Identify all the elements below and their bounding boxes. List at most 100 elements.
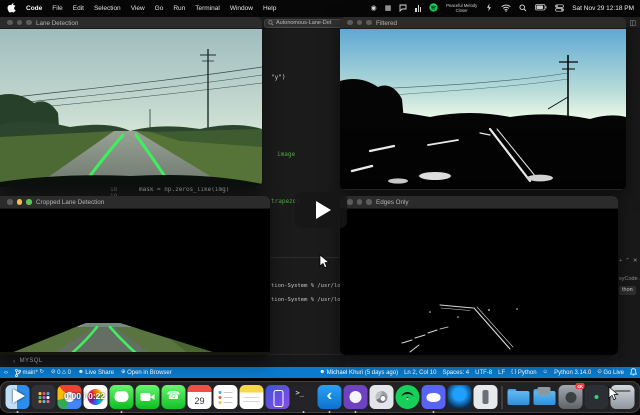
minimize-button[interactable]	[16, 199, 22, 205]
terminal-tab-easycode[interactable]: syCode ...	[619, 276, 640, 282]
zoom-button[interactable]	[26, 19, 32, 26]
eol-item[interactable]: LF	[498, 370, 505, 376]
dock-github-desktop-icon[interactable]	[343, 385, 368, 409]
zoom-button[interactable]	[26, 199, 32, 205]
live-share-item[interactable]: ☻ Live Share	[78, 369, 114, 375]
problems-item[interactable]: ⊘ 0 △ 0	[50, 368, 71, 376]
bell-icon[interactable]	[629, 367, 638, 378]
error-count: 0	[57, 369, 61, 376]
menu-go[interactable]: Go	[155, 5, 164, 12]
dock-calendar-icon[interactable]: 29	[187, 385, 212, 409]
minimize-button[interactable]	[16, 19, 22, 26]
encoding-item[interactable]: UTF-8	[475, 370, 492, 376]
filtered-title-bar[interactable]: Filtered	[340, 17, 626, 29]
dock-facetime-icon[interactable]	[135, 385, 160, 409]
window-lane-detection[interactable]: Lane Detection	[0, 17, 262, 187]
player-play-button[interactable]	[13, 389, 25, 403]
indentation-item[interactable]: Spaces: 4	[442, 370, 469, 376]
menu-selection[interactable]: Selection	[94, 5, 121, 12]
dock-phone-icon[interactable]	[161, 385, 186, 409]
equalizer-icon[interactable]	[415, 5, 422, 12]
dock-launchpad-icon[interactable]	[31, 385, 56, 409]
git-branch-item[interactable]: main* ↻	[15, 368, 44, 377]
open-in-browser-item[interactable]: ⊕ Open in Browser	[121, 369, 172, 375]
menu-run[interactable]: Run	[173, 5, 185, 12]
minimize-button[interactable]	[356, 199, 362, 205]
menu-view[interactable]: View	[131, 5, 145, 12]
desktop: Code File Edit Selection View Go Run Ter…	[0, 0, 640, 415]
window-filtered[interactable]: Filtered	[340, 17, 626, 190]
zoom-button[interactable]	[366, 199, 372, 205]
badge-4k: 4K	[575, 383, 585, 389]
battery-icon[interactable]	[535, 4, 547, 13]
now-playing[interactable]: Peaceful Melody Closer	[446, 3, 477, 14]
menu-clock[interactable]: Sat Nov 29 12:18 PM	[572, 5, 634, 12]
cursor-position-item[interactable]: Ln 2, Col 10	[404, 370, 436, 376]
python-interpreter-item[interactable]: Python 3.14.0	[554, 370, 591, 376]
panel-close-icon[interactable]: ✕	[633, 258, 638, 264]
warning-icon: △	[61, 368, 67, 375]
dock-downloads-folder-icon[interactable]	[507, 385, 531, 409]
vscode-status-bar: ‹› main* ↻ ⊘ 0 △ 0 ☻ Live Share ⊕ Open i…	[0, 367, 640, 378]
spotify-icon[interactable]	[429, 3, 438, 14]
close-button[interactable]	[7, 19, 13, 26]
dock-project-folder-icon[interactable]	[533, 385, 557, 409]
menu-help[interactable]: Help	[263, 5, 276, 12]
menu-edit[interactable]: Edit	[73, 5, 84, 12]
dock-spotify-icon[interactable]	[395, 385, 420, 409]
dock-messages-icon[interactable]	[109, 385, 134, 409]
window-cropped-lane-detection[interactable]: Cropped Lane Detection	[0, 196, 270, 355]
dock-chrome-grey-app-icon[interactable]	[369, 385, 394, 409]
dock-iphone-mirroring-icon[interactable]	[265, 385, 290, 409]
close-button[interactable]	[347, 199, 353, 205]
apple-menu-icon[interactable]	[7, 2, 16, 15]
video-play-overlay[interactable]	[295, 192, 347, 228]
code-fragment-string: "y")	[271, 74, 286, 81]
warning-count: 0	[67, 369, 71, 376]
filtered-video	[340, 29, 626, 189]
feedback-smiley-icon[interactable]: ☺	[543, 369, 549, 376]
dock-terminal-icon[interactable]	[291, 385, 316, 409]
dock-vscode-icon[interactable]	[317, 385, 342, 409]
remote-indicator[interactable]: ‹›	[4, 370, 8, 376]
cropped-video	[0, 209, 270, 355]
dock-reminders-icon[interactable]	[213, 385, 238, 409]
dock-grey-app-icon[interactable]	[473, 385, 498, 409]
error-icon: ⊘	[50, 368, 56, 375]
menu-window[interactable]: Window	[230, 5, 253, 12]
dock-blue-app-icon[interactable]	[447, 385, 472, 409]
dock-4k-video-app-icon[interactable]: 4K	[558, 383, 585, 409]
dock-notes-icon[interactable]	[239, 385, 264, 409]
go-live-item[interactable]: ⊙ Go Live	[597, 369, 624, 375]
panel-maximize-icon[interactable]: ⌃	[625, 258, 630, 264]
close-button[interactable]	[7, 199, 13, 205]
language-mode-item[interactable]: { } Python	[511, 369, 536, 375]
wifi-icon[interactable]	[501, 4, 511, 14]
close-button[interactable]	[347, 19, 353, 26]
dock-discord-icon[interactable]	[421, 385, 446, 409]
edges-title-bar[interactable]: Edges Only	[340, 196, 618, 209]
menu-file[interactable]: File	[52, 5, 62, 12]
lane-detection-title-bar[interactable]: Lane Detection	[0, 17, 262, 29]
battery-charging-icon[interactable]	[485, 3, 493, 14]
menu-app-name[interactable]: Code	[26, 5, 42, 12]
window-edges-only[interactable]: Edges Only	[340, 196, 618, 355]
chat-icon[interactable]	[399, 4, 407, 14]
record-icon[interactable]: ◉	[371, 5, 377, 12]
minimize-button[interactable]	[356, 19, 362, 26]
zoom-button[interactable]	[366, 19, 372, 26]
terminal-tab-python[interactable]: thon	[619, 286, 636, 295]
panel-more-icon[interactable]: +	[619, 258, 622, 264]
player-timestamp: 0:00 / 0:22	[64, 391, 106, 401]
dock-mini-app-icon[interactable]	[584, 385, 609, 409]
edges-video	[340, 209, 618, 355]
menu-terminal[interactable]: Terminal	[195, 5, 220, 12]
search-icon[interactable]	[519, 3, 527, 14]
control-center-icon[interactable]	[555, 3, 565, 14]
cropped-title-bar[interactable]: Cropped Lane Detection	[0, 196, 270, 209]
git-blame-item[interactable]: ☻ Michael Khuri (5 days ago)	[319, 369, 398, 375]
split-editor-icon[interactable]: ◫	[629, 19, 636, 27]
mysql-panel-label: MYSQL	[19, 358, 43, 364]
mysql-panel-header[interactable]: › MYSQL	[0, 354, 346, 367]
window-tiles-icon[interactable]: ▦	[385, 5, 392, 12]
